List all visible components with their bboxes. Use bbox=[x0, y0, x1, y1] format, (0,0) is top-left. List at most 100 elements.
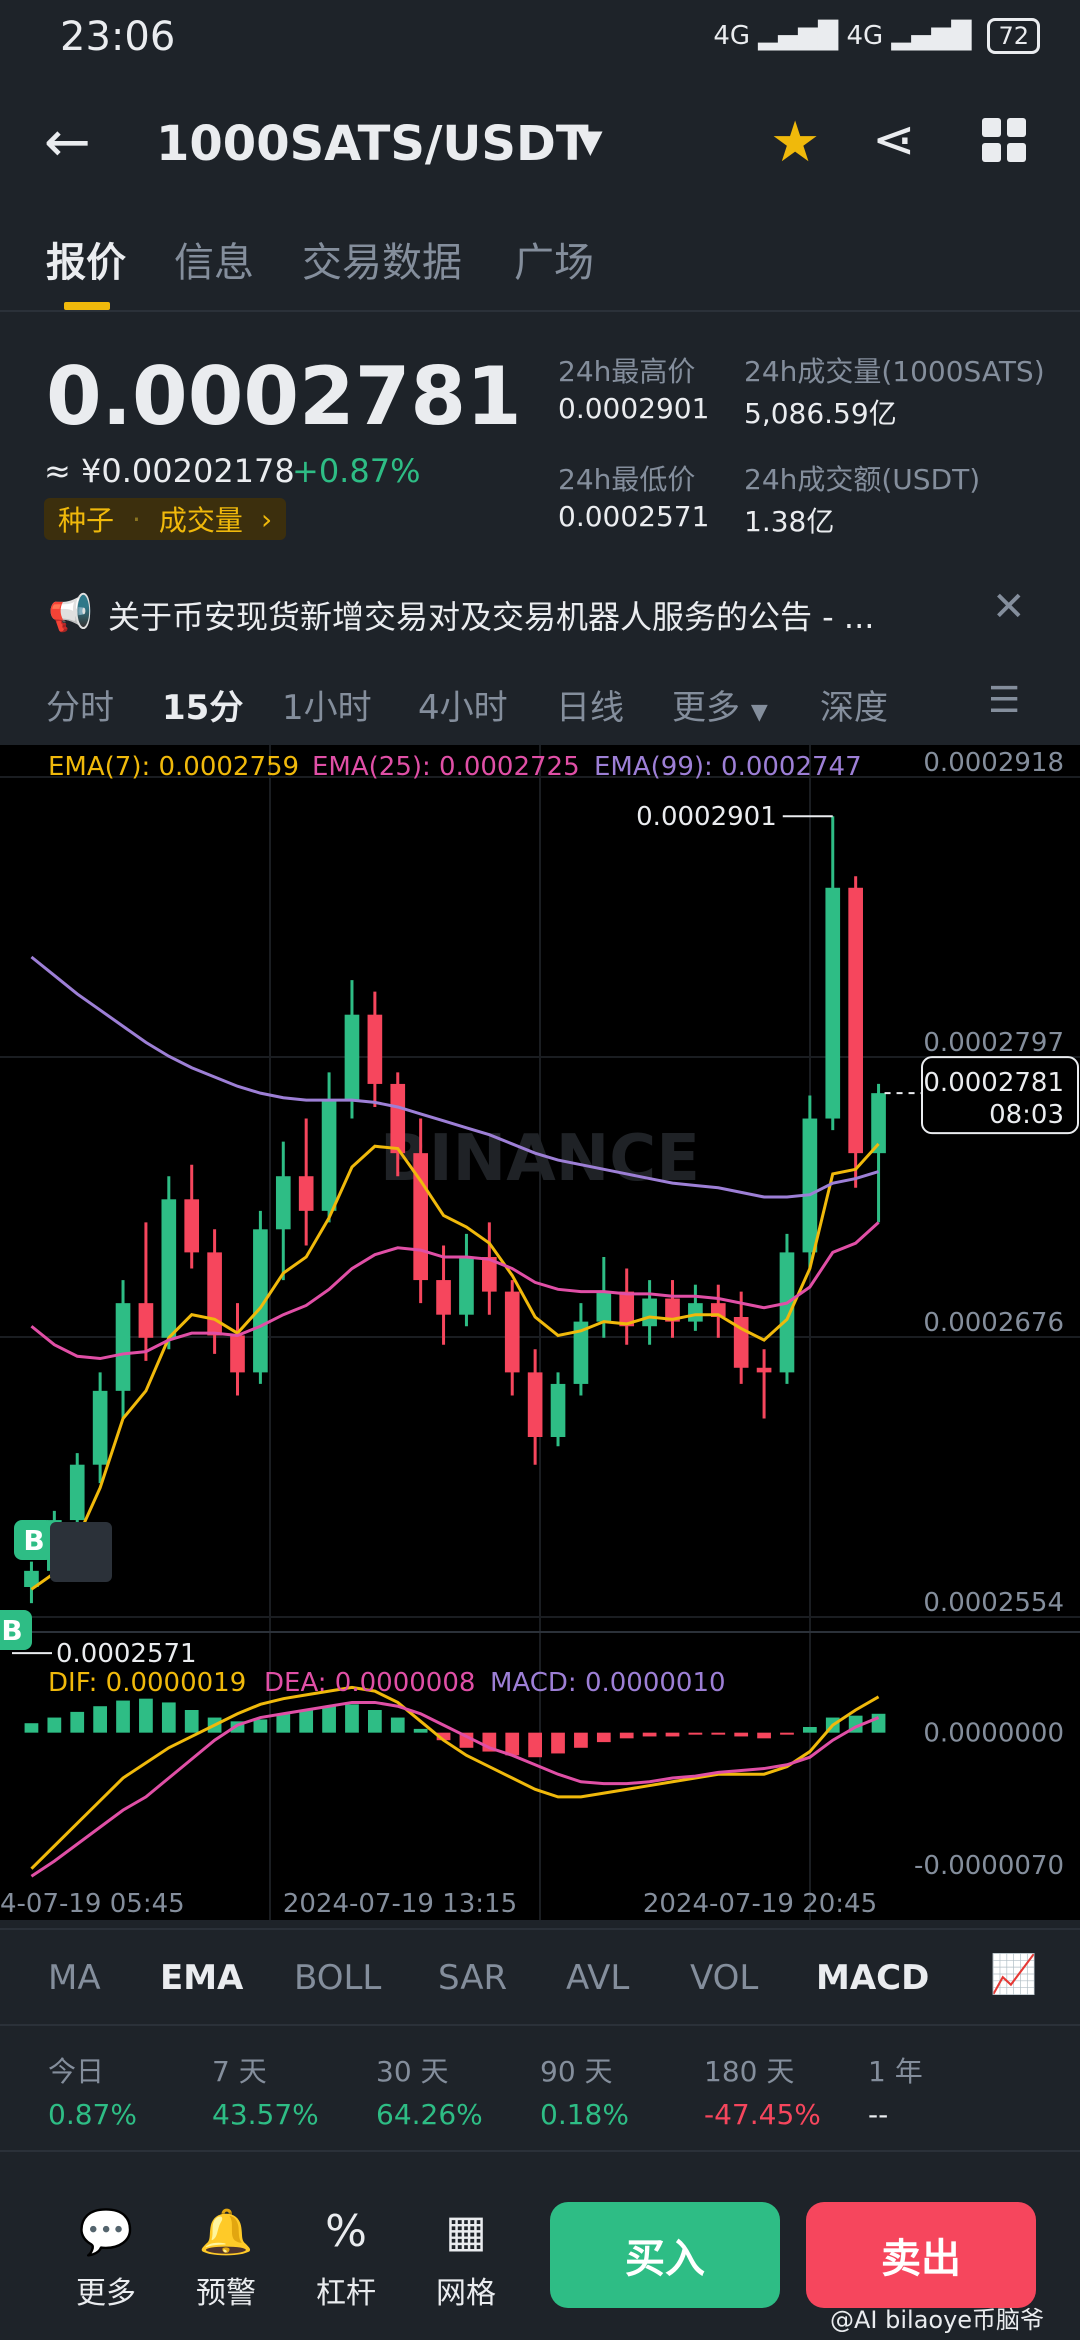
indicator-ma[interactable]: MA bbox=[48, 1958, 101, 1998]
perf-value: 0.18% bbox=[540, 2098, 629, 2131]
status-icons: 4G ▂▄▆█ 4G ▂▄▆█ 72 bbox=[713, 18, 1040, 54]
ema-line bbox=[30, 1221, 880, 1361]
macd-bar bbox=[574, 1732, 588, 1748]
interval-1h[interactable]: 1小时 bbox=[282, 680, 372, 729]
active-tab-indicator bbox=[64, 302, 110, 310]
close-icon[interactable]: ✕ bbox=[992, 584, 1026, 630]
grid-menu-icon[interactable] bbox=[982, 118, 1026, 162]
tab-quote[interactable]: 报价 bbox=[46, 230, 126, 288]
x-tick-label: 4-07-19 05:45 bbox=[0, 1889, 185, 1919]
interval-15m[interactable]: 15分 bbox=[162, 680, 243, 729]
high-marker-label: 0.0002901 bbox=[636, 802, 777, 832]
candle-body bbox=[504, 1291, 520, 1373]
indicator-vol[interactable]: VOL bbox=[690, 1958, 758, 1998]
perf-value: 43.57% bbox=[212, 2098, 319, 2131]
perf-value: -- bbox=[868, 2098, 889, 2131]
pair-title[interactable]: 1000SATS/USDT bbox=[156, 116, 589, 172]
candle-body bbox=[688, 1303, 703, 1322]
candle-body bbox=[825, 887, 841, 1119]
dea-line bbox=[30, 1700, 880, 1878]
macd-tick-label: -0.0000070 bbox=[914, 1851, 1064, 1881]
candle-body bbox=[550, 1383, 566, 1437]
tab-square[interactable]: 广场 bbox=[514, 230, 594, 288]
share-icon[interactable]: ⋖ bbox=[872, 110, 916, 170]
macd-bar bbox=[390, 1717, 405, 1733]
watermark-text: @AI bilaoye币脑爷 bbox=[830, 2306, 1045, 2334]
candle-body bbox=[115, 1303, 131, 1391]
perf-value: 0.87% bbox=[48, 2098, 137, 2131]
macd-bar bbox=[505, 1732, 520, 1756]
macd-bar bbox=[322, 1706, 336, 1733]
indicator-sar[interactable]: SAR bbox=[438, 1958, 507, 1998]
macd-bar bbox=[116, 1700, 130, 1733]
chart-settings-icon[interactable]: ☰ bbox=[988, 680, 1020, 721]
indicator-boll[interactable]: BOLL bbox=[294, 1958, 381, 1998]
candle-body bbox=[230, 1335, 245, 1373]
macd-bar bbox=[596, 1732, 611, 1743]
interval-4h[interactable]: 4小时 bbox=[418, 680, 508, 729]
indicator-avl[interactable]: AVL bbox=[566, 1958, 629, 1998]
macd-bar bbox=[642, 1732, 657, 1737]
buy-marker-label: B bbox=[1, 1614, 22, 1647]
tab-info[interactable]: 信息 bbox=[174, 230, 254, 288]
indicator-ema[interactable]: EMA bbox=[160, 1958, 243, 1998]
megaphone-icon: 📢 bbox=[48, 593, 93, 634]
macd-bar bbox=[184, 1710, 199, 1733]
macd-bar bbox=[368, 1710, 382, 1733]
sell-button[interactable]: 卖出 bbox=[806, 2202, 1036, 2308]
candle-body bbox=[642, 1298, 657, 1327]
last-price: 0.0002781 bbox=[46, 350, 522, 443]
nav-alert[interactable]: 🔔 预警 bbox=[176, 2206, 276, 2312]
chart-area[interactable]: BINANCE 0.0002918 0.0002797 0.0002676 0.0002… bbox=[0, 745, 1080, 1920]
interval-more-label: 更多 bbox=[672, 688, 740, 728]
chevron-down-icon[interactable]: ▼ bbox=[578, 122, 603, 160]
tag-seed: 种子 bbox=[58, 504, 115, 537]
tag-separator: · bbox=[132, 502, 141, 536]
buy-marker-label: B bbox=[23, 1524, 44, 1557]
candle-body bbox=[779, 1252, 795, 1373]
back-arrow-icon[interactable]: ← bbox=[44, 110, 91, 175]
announcement-text[interactable]: 关于币安现货新增交易对及交易机器人服务的公告 - ... bbox=[108, 592, 978, 638]
indicator-chart-icon[interactable]: 📈 bbox=[990, 1952, 1037, 1997]
current-price-label: 0.0002781 bbox=[923, 1068, 1064, 1098]
kline-chart[interactable]: BINANCE 0.0002918 0.0002797 0.0002676 0.0002… bbox=[0, 745, 1080, 1920]
macd-bar bbox=[871, 1713, 886, 1733]
interval-timeshare[interactable]: 分时 bbox=[46, 680, 114, 729]
interval-more[interactable]: 更多 ▼ bbox=[672, 680, 768, 729]
perf-value: -47.45% bbox=[704, 2098, 821, 2131]
y-tick-label: 0.0002918 bbox=[923, 748, 1064, 778]
candle-body bbox=[596, 1291, 612, 1322]
bell-icon: 🔔 bbox=[198, 2207, 254, 2258]
nav-margin-label: 杠杆 bbox=[316, 2276, 376, 2311]
buy-button[interactable]: 买入 bbox=[550, 2202, 780, 2308]
grid-bot-icon: ▦ bbox=[445, 2206, 487, 2257]
nav-margin[interactable]: % 杠杆 bbox=[296, 2206, 396, 2312]
macd-bar bbox=[528, 1732, 542, 1758]
macd-bar bbox=[413, 1728, 428, 1733]
header: ← 1000SATS/USDT ▼ ★ ⋖ bbox=[0, 96, 1080, 186]
tab-trading-data[interactable]: 交易数据 bbox=[302, 230, 462, 288]
dea-legend: DEA: 0.0000008 bbox=[264, 1668, 476, 1698]
favorite-star-icon[interactable]: ★ bbox=[770, 110, 820, 175]
y-tick-label: 0.0002797 bbox=[923, 1028, 1064, 1058]
macd-bar bbox=[70, 1711, 85, 1733]
candle-body bbox=[436, 1280, 451, 1315]
nav-grid[interactable]: ▦ 网格 bbox=[416, 2206, 516, 2312]
interval-day[interactable]: 日线 bbox=[556, 680, 624, 729]
low-marker-label: 0.0002571 bbox=[56, 1639, 197, 1669]
macd-bar bbox=[161, 1702, 176, 1733]
indicator-macd[interactable]: MACD bbox=[816, 1958, 929, 1998]
low-label: 24h最低价 bbox=[558, 463, 696, 496]
main-tabs: 报价 信息 交易数据 广场 bbox=[0, 220, 1080, 310]
candle-body bbox=[161, 1199, 177, 1338]
interval-depth[interactable]: 深度 bbox=[820, 680, 888, 729]
signal-icon: 4G ▂▄▆█ 4G ▂▄▆█ bbox=[713, 21, 972, 51]
candle-body bbox=[344, 1014, 360, 1101]
nav-more[interactable]: 💬 更多 bbox=[56, 2206, 156, 2312]
candle-body bbox=[298, 1176, 314, 1211]
candle-body bbox=[138, 1303, 154, 1338]
nav-alert-label: 预警 bbox=[196, 2276, 256, 2311]
tag-badges[interactable]: 种子 · 成交量 › bbox=[44, 498, 287, 540]
perf-label: 180 天 bbox=[704, 2055, 795, 2088]
macd-bar bbox=[93, 1706, 107, 1733]
